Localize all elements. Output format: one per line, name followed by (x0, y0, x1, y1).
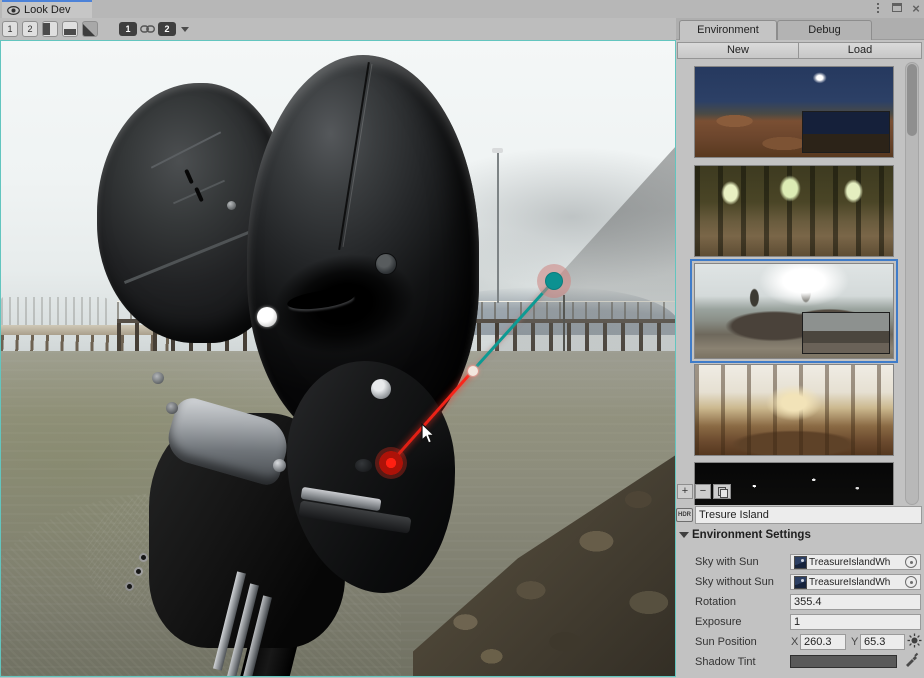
viewport-toolbar: 1 2 1 2 (0, 18, 676, 40)
camera-2-button[interactable]: 2 (158, 22, 176, 36)
collar-eyelet (134, 567, 143, 576)
sun-picker-icon[interactable] (907, 633, 922, 648)
tab-debug[interactable]: Debug (777, 20, 872, 40)
eyedropper-icon[interactable] (904, 652, 919, 667)
sky-without-sun-value: TreasureIslandWh (809, 577, 890, 588)
sun-x-label: X (791, 636, 798, 648)
load-button[interactable]: Load (798, 42, 922, 59)
camera-1-button[interactable]: 1 (119, 22, 137, 36)
sky-without-sun-label: Sky without Sun (695, 576, 774, 588)
hdri-thumbnail-desert[interactable] (694, 66, 894, 158)
single-view-1-button[interactable]: 1 (2, 21, 18, 37)
exposure-field[interactable]: 1 (790, 614, 921, 630)
hdri-thumbnail-inset (802, 312, 890, 354)
exposure-value: 1 (794, 616, 800, 628)
sky-without-sun-field[interactable]: TreasureIslandWh (790, 574, 921, 590)
split-vertical-icon (43, 23, 50, 35)
sky-with-sun-field[interactable]: TreasureIslandWh (790, 554, 921, 570)
rotation-field[interactable]: 355.4 (790, 594, 921, 610)
close-icon[interactable]: × (910, 2, 922, 15)
split-gizmo-top-handle[interactable] (545, 272, 563, 290)
hdri-thumbnail-forest[interactable] (694, 165, 894, 257)
duplicate-environment-button[interactable] (713, 484, 731, 499)
face-bolt-white (257, 307, 277, 327)
split-horizontal-button[interactable] (62, 21, 78, 37)
sun-y-field[interactable]: 65.3 (860, 634, 905, 650)
shadow-tint-label: Shadow Tint (695, 656, 756, 668)
hdri-thumbnail-church[interactable] (694, 364, 894, 456)
texture-icon (794, 576, 807, 589)
sun-x-field[interactable]: 260.3 (800, 634, 846, 650)
window-title: Look Dev (24, 4, 70, 16)
sun-y-value: 65.3 (864, 636, 885, 648)
hex-bolt (166, 402, 178, 414)
collar-eyelet (139, 553, 148, 562)
environment-name-value: Tresure Island (699, 509, 769, 521)
settings-header: Environment Settings (692, 529, 811, 541)
foldout-triangle-icon[interactable] (679, 532, 689, 538)
environment-name-field[interactable]: Tresure Island (695, 506, 922, 524)
duplicate-icon (718, 487, 727, 497)
sky-with-sun-value: TreasureIslandWh (809, 557, 890, 568)
single-view-2-button[interactable]: 2 (22, 21, 38, 37)
environment-panel: Environment Debug New Load + − HDR Tresu… (676, 18, 924, 678)
rotation-value: 355.4 (794, 596, 822, 608)
collar-eyelet (125, 582, 134, 591)
object-picker-icon[interactable] (905, 576, 917, 588)
city-skyline (1, 297, 113, 327)
jaw-knob-dark (355, 459, 372, 472)
sun-position-label: Sun Position (695, 636, 757, 648)
sun-x-value: 260.3 (804, 636, 832, 648)
tab-environment[interactable]: Environment (679, 20, 777, 40)
split-diagonal-button[interactable] (82, 21, 98, 37)
exposure-label: Exposure (695, 616, 741, 628)
lamppost-pole (497, 153, 499, 303)
hdr-badge: HDR (676, 508, 693, 522)
sun-y-label: Y (851, 636, 858, 648)
split-gizmo-center-handle[interactable] (467, 365, 479, 377)
link-cameras-icon[interactable] (140, 24, 155, 34)
title-bar: Look Dev × (0, 0, 924, 18)
jaw-pivot-bolt (273, 459, 286, 472)
new-button[interactable]: New (677, 42, 799, 59)
shadow-tint-swatch[interactable] (790, 655, 897, 668)
texture-icon (794, 556, 807, 569)
split-diagonal-icon (83, 24, 95, 36)
lookdev-viewport[interactable] (0, 40, 676, 677)
ear-knob (375, 253, 397, 275)
split-vertical-button[interactable] (42, 21, 58, 37)
camera-options-dropdown-icon[interactable] (181, 27, 189, 32)
tab-look-dev[interactable]: Look Dev (2, 0, 92, 18)
hex-bolt (152, 372, 164, 384)
hdri-thumbnail-treasure-island[interactable] (694, 263, 894, 359)
lookdev-window: Look Dev × 1 2 1 2 (0, 0, 924, 678)
add-environment-button[interactable]: + (677, 484, 693, 499)
object-picker-icon[interactable] (905, 556, 917, 568)
kebab-menu-icon[interactable] (874, 2, 882, 15)
face-bolt-chrome (371, 379, 391, 399)
lamppost-lamp (492, 148, 503, 153)
split-horizontal-icon (64, 29, 76, 35)
eye-icon (7, 6, 20, 15)
mouse-cursor (421, 423, 436, 445)
rotation-label: Rotation (695, 596, 736, 608)
remove-environment-button[interactable]: − (695, 484, 711, 499)
cranium-bolt (227, 201, 236, 210)
maximize-icon[interactable] (892, 2, 904, 15)
split-gizmo-bottom-handle[interactable] (375, 447, 407, 479)
sky-with-sun-label: Sky with Sun (695, 556, 759, 568)
hdri-list-scrollbar-thumb[interactable] (907, 64, 917, 136)
hdri-thumbnail-inset (802, 111, 890, 153)
